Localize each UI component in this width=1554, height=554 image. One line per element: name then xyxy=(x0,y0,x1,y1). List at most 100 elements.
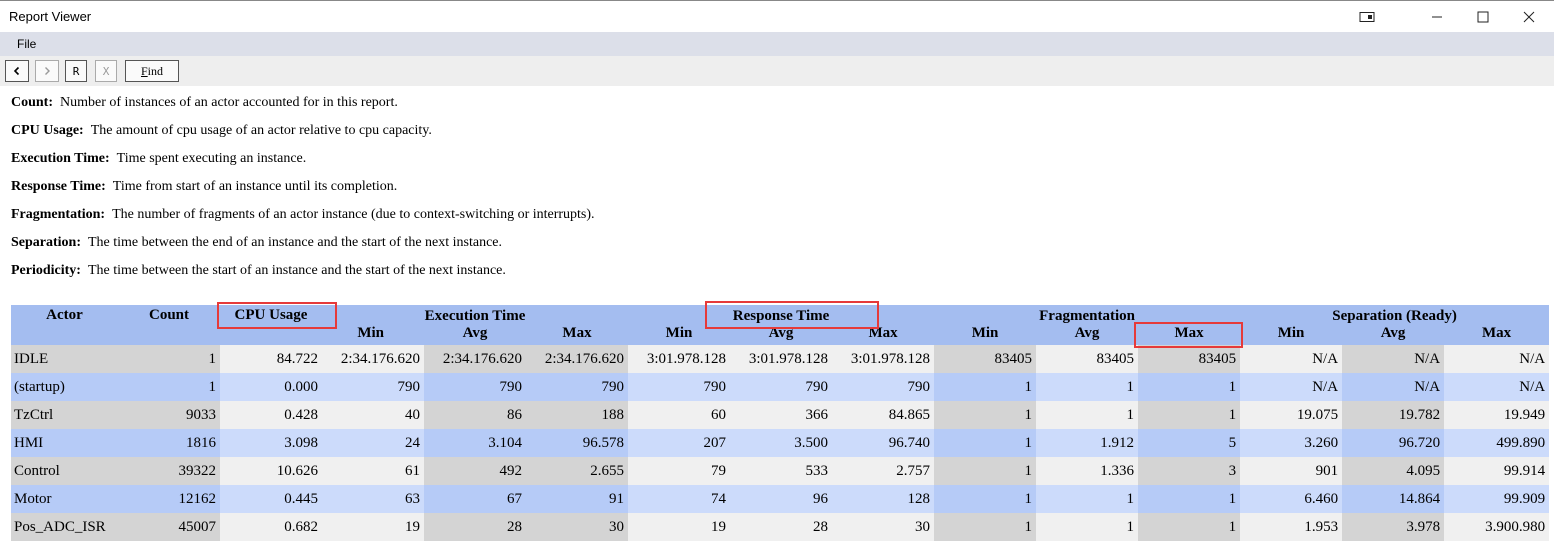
table-row[interactable]: Pos_ADC_ISR 45007 0.682 19 28 30 19 28 30 1 1 1 1.95… xyxy=(11,513,1550,541)
cell-frag-avg: 1 xyxy=(1036,485,1139,513)
legend-term: Execution Time: xyxy=(11,151,110,166)
cell-frag-max: 1 xyxy=(1138,401,1241,429)
cell-sep-avg: 3.978 xyxy=(1342,513,1445,541)
cell-sep-min: 19.075 xyxy=(1240,401,1343,429)
table-row[interactable]: IDLE 1 84.722 2:34.176.620 2:34.176.620 2:34.… xyxy=(11,345,1550,373)
cell-cpu-usage: 0.682 xyxy=(220,513,322,541)
legend-term: Periodicity: xyxy=(11,263,81,278)
header-execution-time: Execution Time xyxy=(322,305,629,325)
cell-actor: (startup) xyxy=(11,373,118,401)
cell-sep-min: 3.260 xyxy=(1240,429,1343,457)
forward-button[interactable] xyxy=(35,60,59,82)
header-exec-avg[interactable]: Avg xyxy=(424,325,526,345)
cell-resp-max: 2.757 xyxy=(832,457,935,485)
cell-actor: Control xyxy=(11,457,118,485)
cell-frag-max: 1 xyxy=(1138,485,1241,513)
header-frag-avg[interactable]: Avg xyxy=(1036,325,1139,345)
legend-item: Response Time: Time from start of an ins… xyxy=(11,178,595,206)
cell-sep-avg: 14.864 xyxy=(1342,485,1445,513)
header-exec-min[interactable]: Min xyxy=(322,325,424,345)
cell-frag-avg: 1 xyxy=(1036,513,1139,541)
chevron-right-icon xyxy=(45,67,50,75)
legend-item: Count: Number of instances of an actor a… xyxy=(11,94,595,122)
legend-desc: The time between the end of an instance … xyxy=(88,235,503,250)
legend-desc: Time spent executing an instance. xyxy=(116,151,307,166)
close-button[interactable] xyxy=(1506,1,1552,33)
window-title: Report Viewer xyxy=(9,9,92,24)
cell-actor: HMI xyxy=(11,429,118,457)
highlight-fragmentation-max xyxy=(1134,322,1243,348)
table-row[interactable]: TzCtrl 9033 0.428 40 86 188 60 366 84.865 1 1 1 19.0… xyxy=(11,401,1550,429)
cell-resp-min: 79 xyxy=(628,457,731,485)
cell-sep-min: 1.953 xyxy=(1240,513,1343,541)
table-row[interactable]: (startup) 1 0.000 790 790 790 790 790 790 1 1 1 N/A N… xyxy=(11,373,1550,401)
header-sep-min[interactable]: Min xyxy=(1240,325,1343,345)
cell-cpu-usage: 3.098 xyxy=(220,429,322,457)
cell-exec-max: 2:34.176.620 xyxy=(526,345,629,373)
cell-exec-avg: 67 xyxy=(424,485,526,513)
cell-exec-avg: 28 xyxy=(424,513,526,541)
cell-resp-min: 74 xyxy=(628,485,731,513)
find-label: ind xyxy=(147,63,164,78)
cell-frag-max: 1 xyxy=(1138,513,1241,541)
cell-resp-avg: 366 xyxy=(730,401,833,429)
cell-count: 1816 xyxy=(118,429,220,457)
cell-count: 45007 xyxy=(118,513,220,541)
cell-exec-min: 24 xyxy=(322,429,424,457)
cell-exec-min: 19 xyxy=(322,513,424,541)
legend-desc: Number of instances of an actor accounte… xyxy=(60,95,398,110)
legend-item: Fragmentation: The number of fragments o… xyxy=(11,206,595,234)
cell-exec-avg: 3.104 xyxy=(424,429,526,457)
legend-term: Count: xyxy=(11,95,54,110)
cell-sep-max: 99.914 xyxy=(1444,457,1550,485)
header-exec-max[interactable]: Max xyxy=(526,325,629,345)
back-button[interactable] xyxy=(5,60,29,82)
cell-count: 39322 xyxy=(118,457,220,485)
cell-exec-max: 91 xyxy=(526,485,629,513)
cell-frag-avg: 1 xyxy=(1036,373,1139,401)
cell-resp-avg: 96 xyxy=(730,485,833,513)
menu-file[interactable]: File xyxy=(17,37,36,51)
find-mnemonic: F xyxy=(140,63,148,78)
table-row[interactable]: Motor 12162 0.445 63 67 91 74 96 128 1 1 1 6.460 14.8… xyxy=(11,485,1550,513)
legend-term: Separation: xyxy=(11,235,81,250)
cell-exec-max: 188 xyxy=(526,401,629,429)
legend-term: CPU Usage: xyxy=(11,123,84,138)
cell-count: 1 xyxy=(118,373,220,401)
find-button[interactable]: Find xyxy=(125,60,179,82)
cell-resp-min: 207 xyxy=(628,429,731,457)
report-table: Actor Count CPU Usage Execution Time Res… xyxy=(11,305,1550,541)
cell-frag-min: 1 xyxy=(934,373,1037,401)
cell-sep-max: 99.909 xyxy=(1444,485,1550,513)
minimize-button[interactable] xyxy=(1414,1,1460,33)
cell-frag-min: 1 xyxy=(934,429,1037,457)
cell-exec-min: 790 xyxy=(322,373,424,401)
cell-sep-avg: 96.720 xyxy=(1342,429,1445,457)
snap-icon[interactable] xyxy=(1344,1,1390,33)
r-button[interactable]: R xyxy=(65,60,87,82)
table-row[interactable]: HMI 1816 3.098 24 3.104 96.578 207 3.500 96.740 1… xyxy=(11,429,1550,457)
header-sep-avg[interactable]: Avg xyxy=(1342,325,1445,345)
cell-resp-max: 84.865 xyxy=(832,401,935,429)
cell-actor: IDLE xyxy=(11,345,118,373)
table-row[interactable]: Control 39322 10.626 61 492 2.655 79 533 2.757 1 1… xyxy=(11,457,1550,485)
header-frag-min[interactable]: Min xyxy=(934,325,1037,345)
cell-sep-max: N/A xyxy=(1444,373,1550,401)
cell-cpu-usage: 0.445 xyxy=(220,485,322,513)
header-count[interactable]: Count xyxy=(118,305,220,345)
cell-resp-min: 19 xyxy=(628,513,731,541)
cell-sep-max: N/A xyxy=(1444,345,1550,373)
cell-exec-max: 790 xyxy=(526,373,629,401)
legend-term: Response Time: xyxy=(11,179,106,194)
cell-resp-avg: 790 xyxy=(730,373,833,401)
maximize-button[interactable] xyxy=(1460,1,1506,33)
cell-resp-max: 790 xyxy=(832,373,935,401)
cell-exec-min: 40 xyxy=(322,401,424,429)
cell-resp-avg: 533 xyxy=(730,457,833,485)
header-sep-max[interactable]: Max xyxy=(1444,325,1550,345)
header-actor[interactable]: Actor xyxy=(11,305,118,345)
cell-count: 12162 xyxy=(118,485,220,513)
cell-frag-avg: 1 xyxy=(1036,401,1139,429)
cell-frag-max: 5 xyxy=(1138,429,1241,457)
x-button[interactable]: X xyxy=(95,60,117,82)
